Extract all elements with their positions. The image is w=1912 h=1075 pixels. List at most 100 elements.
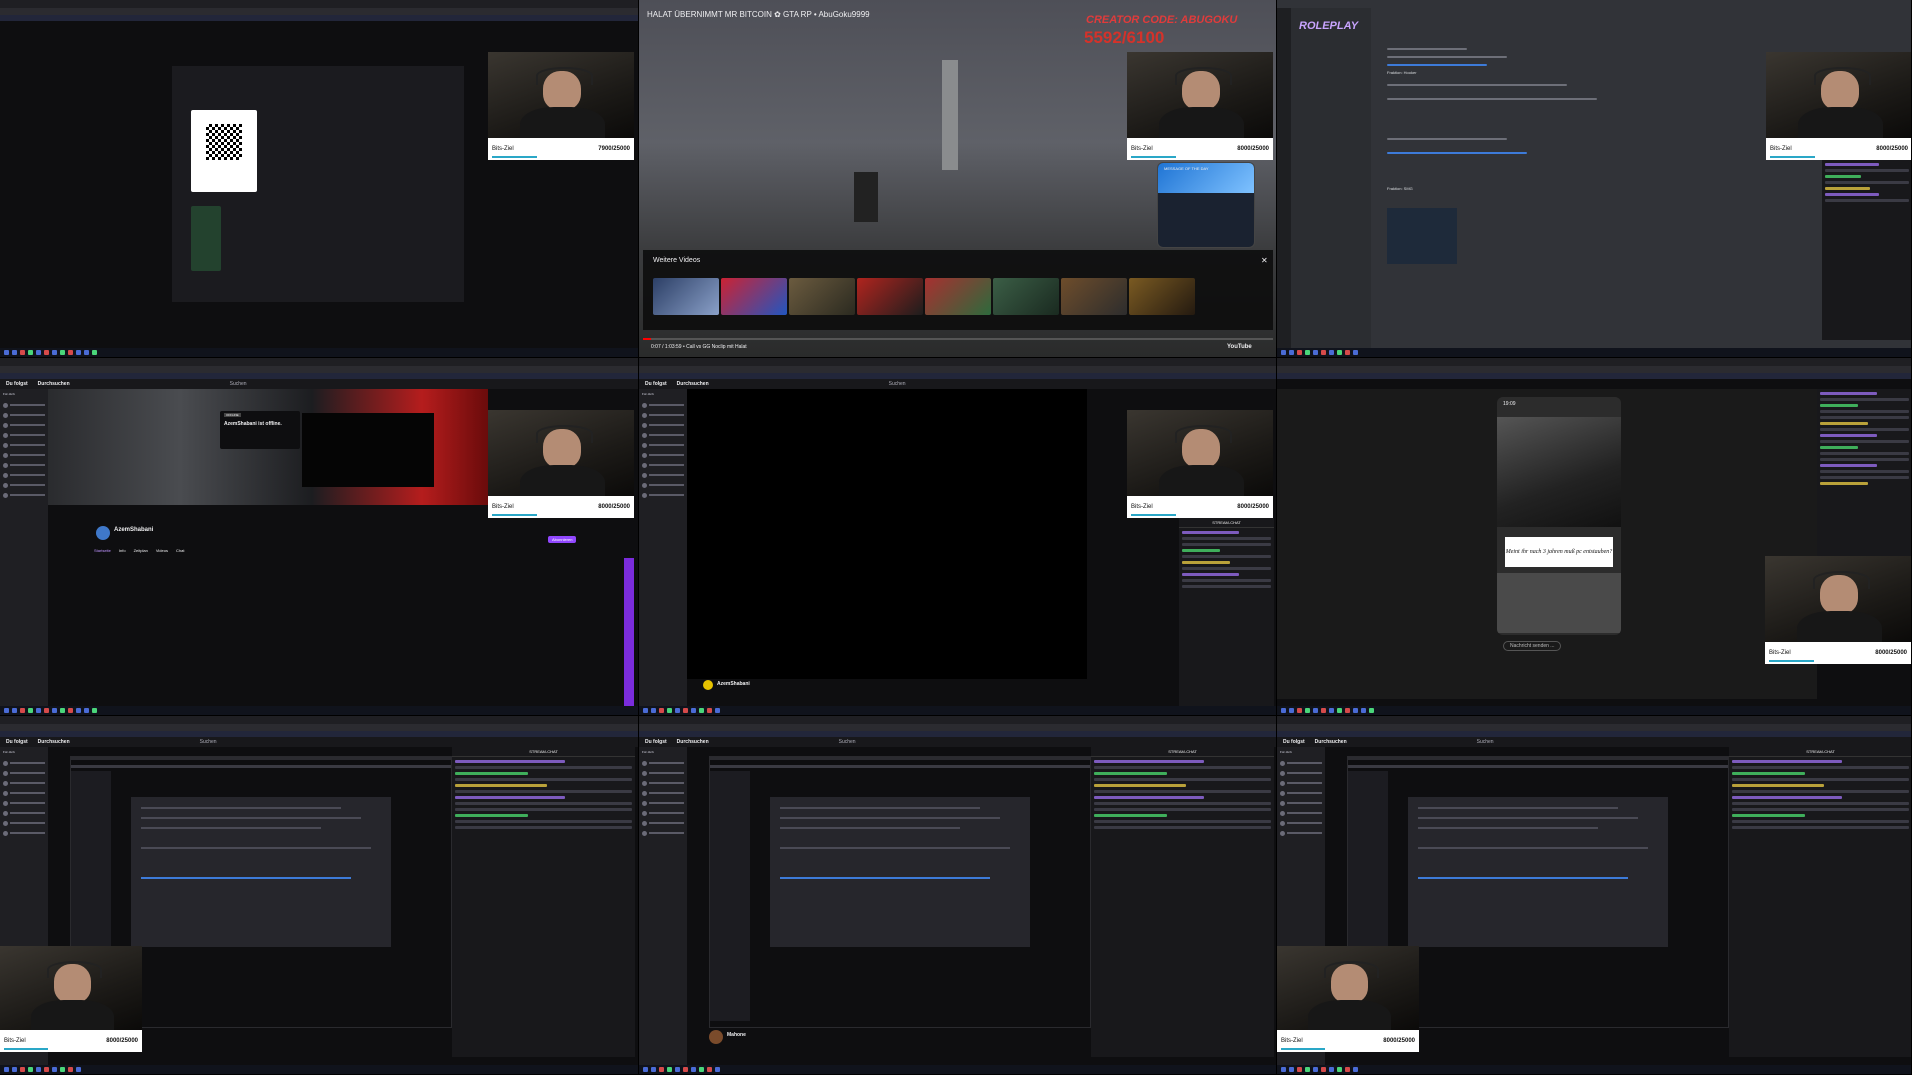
discord-channel-list[interactable]: ROLEPLAY bbox=[1291, 8, 1371, 348]
player-time: 0:07 / 1:03:59 • Call vs GG Noclip mit H… bbox=[651, 344, 747, 350]
goal-label: Bits-Ziel bbox=[1770, 146, 1792, 152]
webcam-overlay bbox=[1127, 52, 1273, 138]
goal-value: 8000/25000 bbox=[1876, 146, 1908, 152]
discord-server-list[interactable] bbox=[1277, 8, 1291, 348]
bits-goal-widget: Bits-Ziel 8000/25000 bbox=[1127, 496, 1273, 518]
video-thumbnail[interactable] bbox=[857, 278, 923, 315]
nav-browse[interactable]: Durchsuchen bbox=[1315, 739, 1347, 745]
goal-progress bbox=[1281, 1048, 1325, 1050]
nav-browse[interactable]: Durchsuchen bbox=[38, 381, 70, 387]
video-thumbnail[interactable] bbox=[721, 278, 787, 315]
counter: 5592/6100 bbox=[1084, 28, 1165, 47]
youtube-logo[interactable]: YouTube bbox=[1227, 344, 1252, 350]
goal-progress bbox=[492, 156, 537, 158]
more-videos-overlay: Weitere Videos ✕ bbox=[643, 250, 1273, 330]
search-input[interactable]: Suchen bbox=[1477, 739, 1494, 745]
goal-progress bbox=[1131, 514, 1176, 516]
offline-player[interactable] bbox=[302, 413, 434, 487]
goal-progress bbox=[1769, 660, 1814, 662]
twitch-top-nav: Du folgst Durchsuchen Suchen bbox=[639, 737, 1276, 747]
qr-card bbox=[191, 110, 257, 192]
webcam-overlay bbox=[1277, 946, 1419, 1030]
streamer-name[interactable]: AzemShabani bbox=[717, 681, 750, 687]
search-input[interactable]: Suchen bbox=[230, 381, 247, 387]
goal-value: 8000/25000 bbox=[106, 1038, 138, 1044]
seek-bar[interactable] bbox=[643, 338, 1273, 340]
stream-chat: STREAM-CHAT bbox=[452, 747, 635, 1057]
stream-chat-title: STREAM-CHAT bbox=[1729, 747, 1911, 757]
nav-following[interactable]: Du folgst bbox=[645, 381, 667, 387]
channel-name[interactable]: AzemShabani bbox=[114, 527, 153, 533]
avatar[interactable] bbox=[703, 680, 713, 690]
twitch-top-nav: Du folgst Durchsuchen Suchen bbox=[639, 379, 1276, 389]
email-view bbox=[172, 66, 464, 302]
stream-chat: STREAM-CHAT bbox=[1091, 747, 1274, 1057]
nav-following[interactable]: Du folgst bbox=[6, 381, 28, 387]
twitch-top-nav: Du folgst Durchsuchen Suchen bbox=[0, 737, 638, 747]
motd-label: MESSAGE OF THE DAY bbox=[1164, 166, 1209, 171]
panel-twitch-stream: Du folgst Durchsuchen Suchen Für dich Bi… bbox=[639, 358, 1277, 716]
nav-browse[interactable]: Durchsuchen bbox=[38, 739, 70, 745]
panel-twitch-nested-3: Du folgst Durchsuchen Suchen Für dich ST… bbox=[1277, 716, 1912, 1075]
payment-widget bbox=[191, 206, 221, 271]
goal-progress bbox=[1770, 156, 1815, 158]
avatar[interactable] bbox=[96, 526, 110, 540]
follow-button[interactable]: Abonnieren bbox=[548, 536, 577, 543]
panel-browser-qr: Bits-Ziel 7900/25000 bbox=[0, 0, 639, 358]
browser-tabs[interactable] bbox=[0, 8, 638, 15]
streamer-name[interactable]: Mahone bbox=[727, 1032, 746, 1038]
video-thumbnail[interactable] bbox=[1061, 278, 1127, 315]
creator-code: CREATOR CODE: ABUGOKU bbox=[1086, 14, 1238, 26]
bits-goal-widget: Bits-Ziel 8000/25000 bbox=[488, 496, 634, 518]
sidebar-for-you: Für dich bbox=[1280, 750, 1292, 754]
search-input[interactable]: Suchen bbox=[889, 381, 906, 387]
stream-chat-title: STREAM-CHAT bbox=[1179, 518, 1274, 528]
sidebar-for-you: Für dich bbox=[3, 750, 15, 754]
goal-value: 8000/25000 bbox=[1237, 504, 1269, 510]
taskbar bbox=[1277, 348, 1911, 357]
twitch-sidebar[interactable]: Für dich bbox=[639, 747, 687, 1065]
video-thumbnail[interactable] bbox=[789, 278, 855, 315]
panel-twitch-nested-2: Du folgst Durchsuchen Suchen Für dich Ma… bbox=[639, 716, 1277, 1075]
video-thumbnail[interactable] bbox=[993, 278, 1059, 315]
search-input[interactable]: Suchen bbox=[200, 739, 217, 745]
phone-hud: MESSAGE OF THE DAY bbox=[1157, 162, 1255, 248]
channel-tabs[interactable]: Startseite Info Zeitplan Videos Chat bbox=[94, 548, 184, 553]
video-thumbnail[interactable] bbox=[1129, 278, 1195, 315]
nested-stream-view[interactable] bbox=[709, 756, 1091, 1028]
webcam-overlay bbox=[488, 52, 634, 138]
nav-following[interactable]: Du folgst bbox=[6, 739, 28, 745]
video-thumbnail[interactable] bbox=[653, 278, 719, 315]
nav-following[interactable]: Du folgst bbox=[1283, 739, 1305, 745]
nav-browse[interactable]: Durchsuchen bbox=[677, 381, 709, 387]
bookmarks-bar[interactable] bbox=[0, 15, 638, 21]
bits-goal-widget: Bits-Ziel 8000/25000 bbox=[1127, 138, 1273, 160]
stream-chat: STREAM-CHAT bbox=[1729, 747, 1911, 1057]
twitch-sidebar[interactable]: Für dich bbox=[639, 389, 687, 706]
goal-label: Bits-Ziel bbox=[1131, 504, 1153, 510]
message-input[interactable]: Nachricht senden ... bbox=[1503, 641, 1562, 651]
webcam-overlay bbox=[488, 410, 634, 496]
taskbar bbox=[1277, 1065, 1911, 1074]
webcam-overlay bbox=[0, 946, 142, 1030]
goal-progress bbox=[1131, 156, 1176, 158]
sidebar-for-you: Für dich bbox=[642, 750, 654, 754]
video-thumbnail[interactable] bbox=[925, 278, 991, 315]
close-icon[interactable]: ✕ bbox=[1261, 256, 1268, 265]
screenshot-attachment[interactable] bbox=[1387, 208, 1457, 264]
story-card[interactable]: 19:09 Meint ihr nach 3 jahren muß pc ent… bbox=[1497, 397, 1621, 635]
stream-chat-title: STREAM-CHAT bbox=[452, 747, 635, 757]
nav-following[interactable]: Du folgst bbox=[645, 739, 667, 745]
goal-value: 8000/25000 bbox=[1383, 1038, 1415, 1044]
player-character bbox=[854, 172, 878, 222]
stream-chat-title: STREAM-CHAT bbox=[1091, 747, 1274, 757]
search-input[interactable]: Suchen bbox=[839, 739, 856, 745]
goal-value: 8000/25000 bbox=[598, 504, 630, 510]
video-player[interactable] bbox=[687, 389, 1087, 679]
avatar[interactable] bbox=[709, 1030, 723, 1044]
bits-goal-widget: Bits-Ziel 8000/25000 bbox=[1765, 642, 1911, 664]
nav-browse[interactable]: Durchsuchen bbox=[677, 739, 709, 745]
twitch-sidebar[interactable]: Für dich bbox=[0, 389, 48, 706]
recommended-videos[interactable] bbox=[653, 278, 1195, 315]
bits-goal-widget: Bits-Ziel 7900/25000 bbox=[488, 138, 634, 160]
